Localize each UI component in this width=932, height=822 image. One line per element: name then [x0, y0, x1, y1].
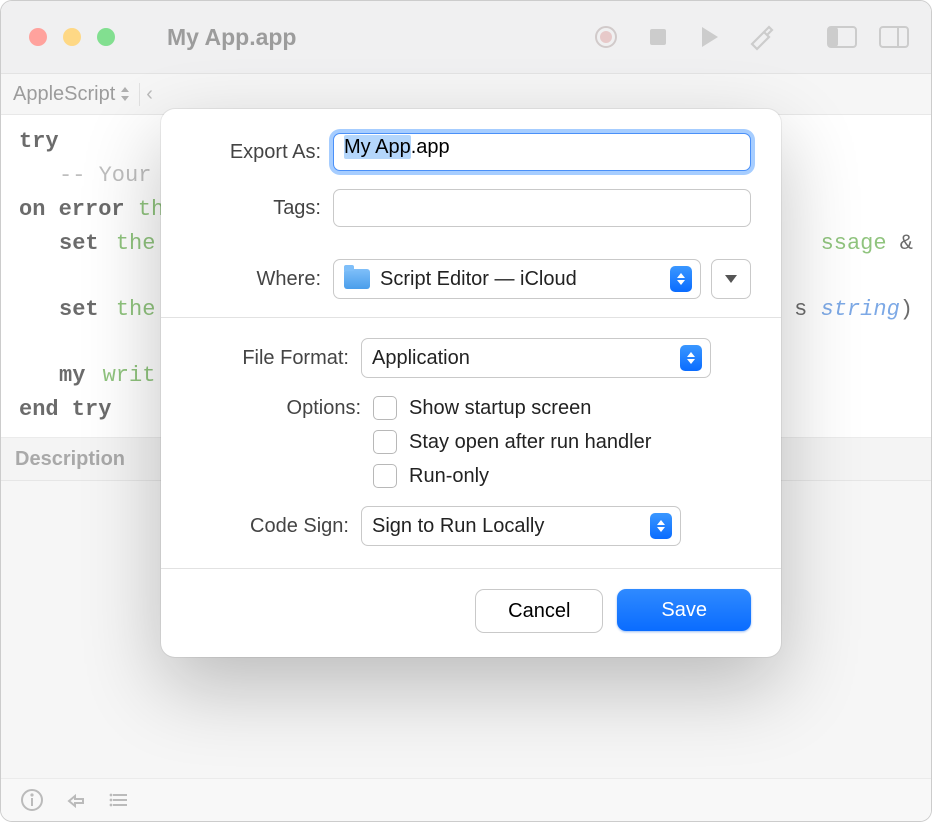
stay-open-checkbox[interactable] — [373, 430, 397, 454]
build-icon[interactable] — [747, 22, 777, 52]
export-sheet: Export As: My App.app Tags: Where: Scrip… — [161, 109, 781, 657]
language-selector[interactable]: AppleScript — [13, 83, 140, 106]
window-title: My App.app — [167, 24, 296, 51]
description-label: Description — [15, 448, 125, 471]
tags-input[interactable] — [333, 189, 751, 227]
options-label: Options: — [191, 397, 373, 420]
stepper-icon — [670, 266, 692, 292]
sidebar-right-icon[interactable] — [879, 22, 909, 52]
language-label: AppleScript — [13, 83, 115, 106]
code-sign-selector[interactable]: Sign to Run Locally — [361, 506, 681, 546]
save-button[interactable]: Save — [617, 589, 751, 631]
cancel-button[interactable]: Cancel — [475, 589, 603, 633]
return-icon[interactable] — [63, 787, 89, 813]
expand-location-button[interactable] — [711, 259, 751, 299]
titlebar: My App.app — [1, 1, 931, 74]
tags-label: Tags: — [191, 197, 333, 220]
list-icon[interactable] — [107, 787, 133, 813]
sidebar-left-icon[interactable] — [827, 22, 857, 52]
stepper-icon — [650, 513, 672, 539]
where-label: Where: — [191, 268, 333, 291]
info-icon[interactable] — [19, 787, 45, 813]
stepper-icon — [680, 345, 702, 371]
run-icon[interactable] — [695, 22, 725, 52]
stay-open-label: Stay open after run handler — [409, 431, 651, 454]
where-selector[interactable]: Script Editor — iCloud — [333, 259, 701, 299]
code-sign-label: Code Sign: — [191, 515, 361, 538]
folder-icon — [344, 269, 370, 289]
zoom-window-icon[interactable] — [97, 28, 115, 46]
run-only-checkbox[interactable] — [373, 464, 397, 488]
close-window-icon[interactable] — [29, 28, 47, 46]
export-as-label: Export As: — [191, 141, 333, 164]
export-as-input[interactable]: My App.app — [333, 133, 751, 171]
stop-icon[interactable] — [643, 22, 673, 52]
status-bar — [1, 778, 931, 821]
chevron-down-icon — [725, 275, 737, 283]
show-startup-label: Show startup screen — [409, 397, 591, 420]
divider — [161, 568, 781, 569]
window-controls — [29, 28, 115, 46]
where-value: Script Editor — iCloud — [380, 268, 670, 291]
divider — [161, 317, 781, 318]
minimize-window-icon[interactable] — [63, 28, 81, 46]
file-format-label: File Format: — [191, 347, 361, 370]
show-startup-checkbox[interactable] — [373, 396, 397, 420]
file-format-selector[interactable]: Application — [361, 338, 711, 378]
file-format-value: Application — [372, 347, 680, 370]
run-only-label: Run-only — [409, 465, 489, 488]
filename-selection: My App — [344, 135, 411, 159]
record-icon[interactable] — [591, 22, 621, 52]
code-sign-value: Sign to Run Locally — [372, 515, 650, 538]
